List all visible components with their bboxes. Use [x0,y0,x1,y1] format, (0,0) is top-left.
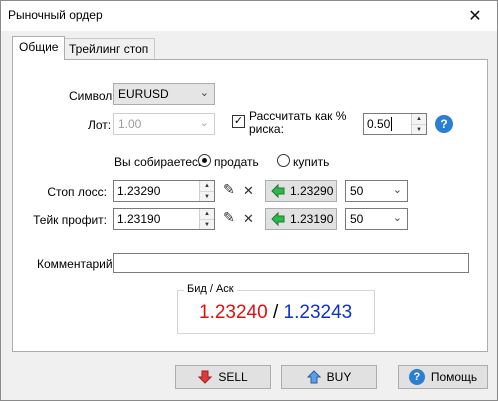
close-icon[interactable]: ✕ [453,1,497,31]
stoploss-points-select[interactable]: 50 ⌄ [345,180,408,202]
bid-price: 1.23240 [199,302,268,323]
comment-input[interactable] [113,253,469,273]
takeprofit-points-select[interactable]: 50 ⌄ [345,208,408,230]
spin-up-icon[interactable]: ▲ [200,209,214,219]
help-button[interactable]: ? Помощь [398,365,488,389]
title-bar: Рыночный ордер ✕ [1,1,497,31]
symbol-label: Символ: [69,89,116,103]
bid-ask-prices: 1.23240 / 1.23243 [199,302,352,324]
risk-value: 0.50 [367,117,391,131]
spin-up-icon[interactable]: ▲ [412,114,426,124]
chevron-down-icon: ⌄ [199,117,209,129]
symbol-select[interactable]: EURUSD ⌄ [113,83,215,105]
risk-percent-input[interactable]: 0.50 ▲ ▼ [363,113,427,135]
risk-label-line2: риска: [249,122,284,136]
takeprofit-price-text: 1.23190 [290,212,334,226]
takeprofit-input[interactable]: 1.23190 ▲ ▼ [113,208,215,230]
intent-label: Вы собираетесь [114,155,205,169]
lot-label: Лот: [88,118,112,132]
help-icon[interactable]: ? [435,115,453,133]
risk-label: Рассчитать как % риска: [249,110,346,136]
left-arrow-icon [271,211,285,227]
stoploss-spinner[interactable]: ▲ ▼ [199,181,214,201]
spin-down-icon[interactable]: ▼ [200,219,214,229]
buy-radio[interactable] [277,154,290,167]
stoploss-price-button[interactable]: 1.23290 [265,180,337,202]
comment-label: Комментарий: [37,257,116,271]
takeprofit-points-value: 50 [350,212,364,226]
market-order-window: Рыночный ордер ✕ Общие Трейлинг стоп Сим… [0,0,498,401]
stoploss-label: Стоп лосс: [47,185,107,199]
chevron-down-icon: ⌄ [199,87,209,99]
sell-button[interactable]: SELL [175,365,271,389]
takeprofit-spinner[interactable]: ▲ ▼ [199,209,214,229]
stoploss-value: 1.23290 [117,184,161,198]
lot-select: 1.00 ⌄ [113,113,215,135]
bid-ask-group: Бид / Аск 1.23240 / 1.23243 [177,283,375,334]
left-arrow-icon [271,183,285,199]
buy-button[interactable]: BUY [281,365,377,389]
stoploss-input[interactable]: 1.23290 ▲ ▼ [113,180,215,202]
sell-arrow-icon [198,370,213,384]
sell-radio[interactable] [198,154,211,167]
clear-icon[interactable]: ✕ [243,211,254,227]
price-separator: / [272,302,279,323]
takeprofit-value: 1.23190 [117,212,161,226]
buy-button-label: BUY [326,370,352,384]
lot-value: 1.00 [118,117,142,131]
risk-label-line1: Рассчитать как % [249,109,347,123]
spin-down-icon[interactable]: ▼ [200,191,214,201]
pick-price-icon[interactable]: ✎ [223,181,235,198]
spin-up-icon[interactable]: ▲ [200,181,214,191]
takeprofit-label: Тейк профит: [33,213,107,227]
spin-down-icon[interactable]: ▼ [412,124,426,134]
radio-selected-dot [202,158,207,163]
clear-icon[interactable]: ✕ [243,183,254,199]
tab-general[interactable]: Общие [12,36,66,60]
takeprofit-price-button[interactable]: 1.23190 [265,208,337,230]
stoploss-points-value: 50 [350,184,364,198]
tab-trailing-stop[interactable]: Трейлинг стоп [62,38,156,60]
chevron-down-icon: ⌄ [392,212,402,224]
stoploss-price-text: 1.23290 [290,184,334,198]
pick-price-icon[interactable]: ✎ [223,209,235,226]
risk-checkbox[interactable]: ✓ [232,115,245,128]
ask-price: 1.23243 [283,302,353,323]
help-button-label: Помощь [430,370,478,384]
bid-ask-title: Бид / Аск [184,283,237,295]
sell-option-label[interactable]: продать [214,155,259,169]
buy-arrow-icon [306,370,321,384]
chevron-down-icon: ⌄ [392,184,402,196]
sell-button-label: SELL [218,370,248,384]
general-panel: Символ: EURUSD ⌄ Лот: 1.00 ⌄ ✓ Рассчитат… [12,59,488,352]
buy-option-label[interactable]: купить [293,155,329,169]
symbol-value: EURUSD [118,87,169,101]
help-icon: ? [408,369,425,385]
risk-spinner[interactable]: ▲ ▼ [411,114,426,134]
window-title: Рыночный ордер [8,8,103,22]
